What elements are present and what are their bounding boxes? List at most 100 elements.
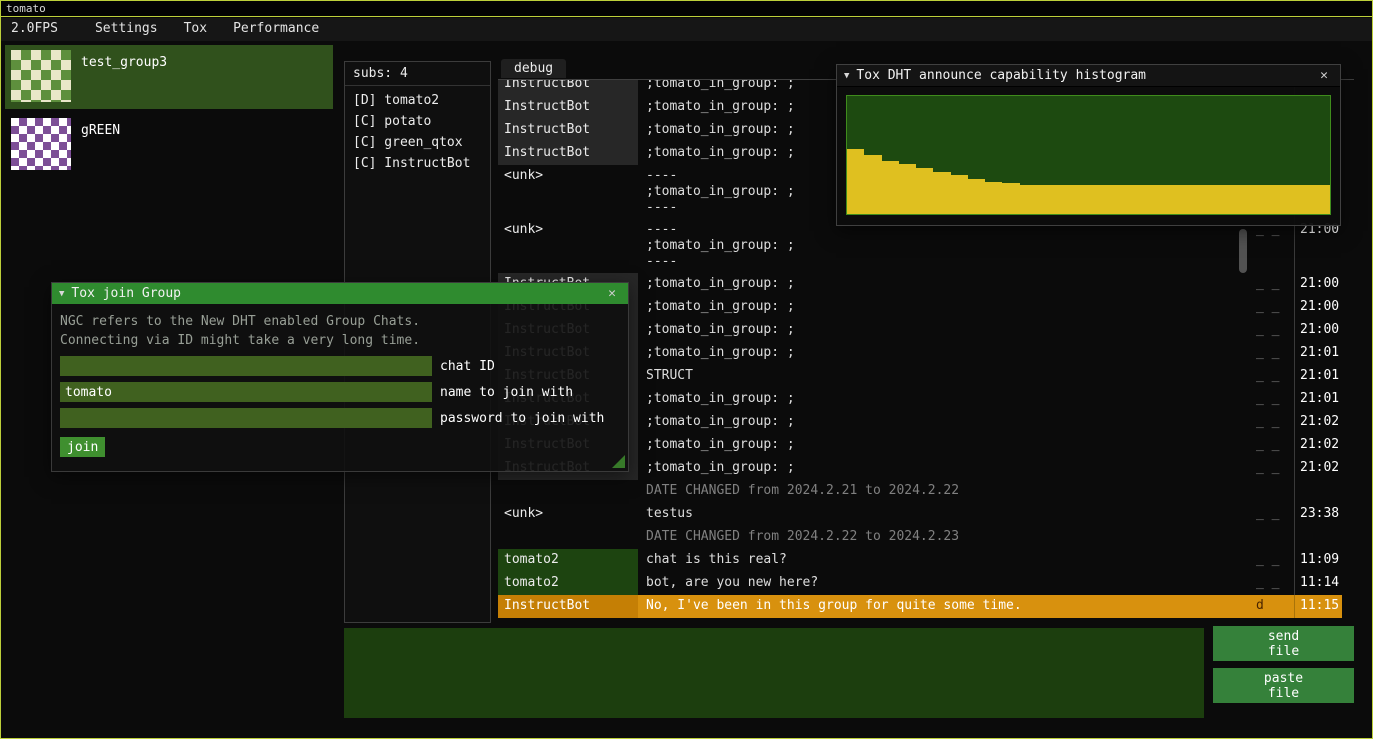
message-timestamp: 11:14: [1294, 572, 1342, 595]
message-timestamp: 21:01: [1294, 388, 1342, 411]
subs-item-d-tomato2[interactable]: [D] tomato2: [345, 90, 490, 111]
message-timestamp: [1294, 526, 1342, 549]
date-changed-text: DATE CHANGED from 2024.2.21 to 2024.2.22: [638, 480, 1254, 503]
histogram-bar: [916, 168, 933, 214]
chat-message-row[interactable]: InstructBotNo, I've been in this group f…: [498, 595, 1342, 618]
message-timestamp: [1294, 480, 1342, 503]
message-text: ;tomato_in_group: ;: [638, 434, 1254, 457]
subs-list: [D] tomato2[C] potato[C] green_qtox[C] I…: [345, 86, 490, 174]
date-name-cell: [498, 526, 638, 549]
message-timestamp: 21:00: [1294, 296, 1342, 319]
histogram-bar: [968, 179, 985, 214]
chat-message-row[interactable]: tomato2chat is this real?_ _11:09: [498, 549, 1342, 572]
message-flags: _ _: [1254, 219, 1294, 273]
message-text: ;tomato_in_group: ;: [638, 411, 1254, 434]
message-flags: [1254, 480, 1294, 503]
message-flags: _ _: [1254, 411, 1294, 434]
paste-file-button[interactable]: paste file: [1213, 668, 1354, 703]
subs-item-c-potato[interactable]: [C] potato: [345, 111, 490, 132]
join-group-titlebar[interactable]: ▼ Tox join Group ✕: [52, 283, 628, 304]
message-flags: _ _: [1254, 549, 1294, 572]
sender-name: InstructBot: [498, 96, 638, 119]
collapse-icon[interactable]: ▼: [844, 71, 849, 81]
group-name: test_group3: [81, 50, 167, 70]
chat-scrollbar-thumb[interactable]: [1239, 229, 1247, 273]
message-flags: _ _: [1254, 434, 1294, 457]
join-field-row: chat ID: [60, 356, 620, 376]
message-text: ;tomato_in_group: ;: [638, 296, 1254, 319]
message-text: No, I've been in this group for quite so…: [638, 595, 1254, 618]
group-name: gREEN: [81, 118, 120, 138]
menu-item-settings[interactable]: Settings: [82, 18, 171, 41]
histogram-bar: [864, 155, 881, 214]
name-to-join-with-input[interactable]: [60, 382, 432, 402]
histogram-bar: [1089, 185, 1106, 215]
message-flags: _ _: [1254, 503, 1294, 526]
group-item-test-group3[interactable]: test_group3: [5, 45, 333, 109]
sender-name: InstructBot: [498, 80, 638, 96]
subs-item-c-green-qtox[interactable]: [C] green_qtox: [345, 132, 490, 153]
chat-message-row[interactable]: <unk>testus_ _23:38: [498, 503, 1342, 526]
date-changed-row: DATE CHANGED from 2024.2.22 to 2024.2.23: [498, 526, 1342, 549]
date-changed-row: DATE CHANGED from 2024.2.21 to 2024.2.22: [498, 480, 1342, 503]
message-text: ---- ;tomato_in_group: ; ----: [638, 219, 1254, 273]
group-item-green[interactable]: gREEN: [5, 113, 333, 177]
join-field-label: chat ID: [440, 359, 495, 374]
app-window: tomato 2.0FPS SettingsToxPerformance tes…: [0, 0, 1373, 739]
chat-message-row[interactable]: <unk>---- ;tomato_in_group: ; ----_ _21:…: [498, 219, 1342, 273]
menubar-items: SettingsToxPerformance: [82, 18, 332, 41]
chat-id-input[interactable]: [60, 356, 432, 376]
close-icon[interactable]: ✕: [603, 286, 621, 301]
chat-message-row[interactable]: tomato2bot, are you new here?_ _11:14: [498, 572, 1342, 595]
message-text: bot, are you new here?: [638, 572, 1254, 595]
message-flags: _ _: [1254, 572, 1294, 595]
histogram-bar: [1140, 185, 1157, 215]
group-avatar-icon: [11, 118, 71, 170]
menubar: 2.0FPS SettingsToxPerformance: [1, 18, 1372, 41]
histogram-bar: [951, 175, 968, 214]
send-file-button[interactable]: send file: [1213, 626, 1354, 661]
join-fields: chat IDname to join withpassword to join…: [60, 356, 620, 428]
message-text: ;tomato_in_group: ;: [638, 457, 1254, 480]
message-text: STRUCT: [638, 365, 1254, 388]
sender-name: InstructBot: [498, 142, 638, 165]
tab-debug[interactable]: debug: [501, 59, 566, 78]
password-to-join-with-input[interactable]: [60, 408, 432, 428]
group-list: test_group3 gREEN: [5, 45, 333, 181]
join-group-window: ▼ Tox join Group ✕ NGC refers to the New…: [51, 282, 629, 472]
message-timestamp: 23:38: [1294, 503, 1342, 526]
sender-name: <unk>: [498, 503, 638, 526]
message-timestamp: 21:02: [1294, 457, 1342, 480]
message-flags: _ _: [1254, 273, 1294, 296]
group-avatar-icon: [11, 50, 71, 102]
histogram-bar: [1261, 185, 1278, 215]
histogram-bar: [933, 172, 950, 214]
resize-grip[interactable]: [612, 455, 625, 468]
message-flags: _ _: [1254, 319, 1294, 342]
histogram-bar: [882, 161, 899, 214]
menu-item-tox[interactable]: Tox: [171, 18, 220, 41]
dht-histogram-window: ▼ Tox DHT announce capability histogram …: [836, 64, 1341, 226]
message-flags: _ _: [1254, 365, 1294, 388]
histogram-bar: [1209, 185, 1226, 215]
message-timestamp: 21:00: [1294, 219, 1342, 273]
dht-histogram-titlebar[interactable]: ▼ Tox DHT announce capability histogram …: [837, 65, 1340, 87]
histogram-bar: [1020, 185, 1037, 215]
message-text: chat is this real?: [638, 549, 1254, 572]
menu-item-performance[interactable]: Performance: [220, 18, 332, 41]
sender-name: InstructBot: [498, 119, 638, 142]
collapse-icon[interactable]: ▼: [59, 289, 64, 299]
message-flags: _ _: [1254, 457, 1294, 480]
close-icon[interactable]: ✕: [1315, 68, 1333, 83]
message-timestamp: 21:01: [1294, 342, 1342, 365]
message-text: ;tomato_in_group: ;: [638, 273, 1254, 296]
sender-name: <unk>: [498, 165, 638, 219]
window-titlebar: tomato: [1, 1, 1372, 17]
message-input[interactable]: [344, 628, 1204, 718]
subs-item-c-instructbot[interactable]: [C] InstructBot: [345, 153, 490, 174]
message-timestamp: 21:00: [1294, 273, 1342, 296]
join-info-line: NGC refers to the New DHT enabled Group …: [60, 312, 620, 331]
date-changed-text: DATE CHANGED from 2024.2.22 to 2024.2.23: [638, 526, 1254, 549]
join-button[interactable]: join: [60, 437, 105, 457]
message-timestamp: 21:02: [1294, 411, 1342, 434]
